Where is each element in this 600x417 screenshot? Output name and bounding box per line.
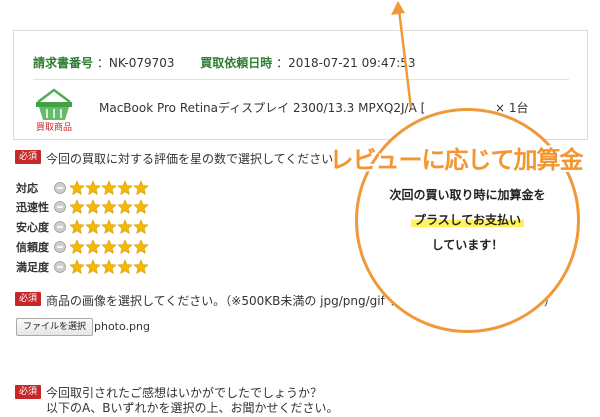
request-datetime-label: 買取依頼日時 — [200, 56, 273, 70]
star-rating[interactable] — [69, 259, 149, 275]
choose-file-button[interactable]: ファイルを選択 — [16, 318, 94, 336]
promo-text-line3: しています！ — [431, 238, 504, 252]
star-icon[interactable] — [85, 199, 101, 215]
required-badge: 必須 — [15, 385, 42, 399]
selected-file-name: photo.png — [94, 320, 150, 333]
rating-label: 満足度 — [16, 261, 49, 274]
rating-question: 今回の買取に対する評価を星の数で選択してください — [46, 152, 334, 166]
order-meta: 請求書番号 ：NK-079703 買取依頼日時 ：2018-07-21 09:4… — [33, 54, 573, 71]
star-icon[interactable] — [69, 239, 85, 255]
star-icon[interactable] — [117, 180, 133, 196]
star-icon[interactable] — [69, 259, 85, 275]
star-icon[interactable] — [133, 199, 149, 215]
star-icon[interactable] — [133, 239, 149, 255]
star-rating[interactable] — [69, 219, 149, 235]
star-rating[interactable] — [69, 199, 149, 215]
star-icon[interactable] — [133, 259, 149, 275]
star-icon[interactable] — [85, 259, 101, 275]
star-icon[interactable] — [133, 180, 149, 196]
product-name: MacBook Pro Retinaディスプレイ 2300/13.3 MPXQ2… — [99, 101, 426, 115]
shopping-basket-icon: 買取商品 — [36, 88, 72, 132]
rating-label: 対応 — [16, 182, 38, 195]
promo-text-line1: 次回の買い取り時に加算金を — [389, 188, 546, 202]
star-icon[interactable] — [101, 259, 117, 275]
request-datetime-value: ：2018-07-21 09:47:53 — [276, 56, 416, 70]
star-icon[interactable] — [133, 219, 149, 235]
star-icon[interactable] — [69, 199, 85, 215]
order-divider — [33, 79, 569, 80]
star-icon[interactable] — [85, 239, 101, 255]
star-rating[interactable] — [69, 180, 149, 196]
star-icon[interactable] — [85, 219, 101, 235]
clear-rating-icon[interactable] — [54, 261, 66, 273]
required-badge: 必須 — [15, 292, 42, 306]
request-number-label: 請求書番号 — [33, 56, 94, 70]
star-icon[interactable] — [117, 219, 133, 235]
star-icon[interactable] — [101, 180, 117, 196]
star-icon[interactable] — [101, 199, 117, 215]
request-number-value: ：NK-079703 — [96, 56, 175, 70]
star-icon[interactable] — [101, 219, 117, 235]
rating-label: 安心度 — [16, 221, 49, 234]
rating-label: 迅速性 — [16, 201, 49, 214]
clear-rating-icon[interactable] — [54, 241, 66, 253]
promo-headline: レビューに応じて加算金 — [329, 146, 584, 174]
comment-question-line2: 以下のA、Bいずれかを選択の上、お聞かせください。 — [46, 401, 339, 415]
star-icon[interactable] — [101, 239, 117, 255]
promo-text-line2: プラスしてお支払い — [355, 211, 580, 228]
star-icon[interactable] — [117, 259, 133, 275]
required-badge: 必須 — [15, 150, 42, 164]
star-icon[interactable] — [69, 180, 85, 196]
product-icon-caption: 買取商品 — [36, 121, 72, 132]
star-icon[interactable] — [117, 199, 133, 215]
clear-rating-icon[interactable] — [54, 221, 66, 233]
clear-rating-icon[interactable] — [54, 182, 66, 194]
clear-rating-icon[interactable] — [54, 201, 66, 213]
star-rating[interactable] — [69, 239, 149, 255]
star-icon[interactable] — [85, 180, 101, 196]
star-icon[interactable] — [117, 239, 133, 255]
promo-highlight: プラスしてお支払い — [410, 213, 525, 227]
rating-label: 信頼度 — [16, 241, 49, 254]
star-icon[interactable] — [69, 219, 85, 235]
